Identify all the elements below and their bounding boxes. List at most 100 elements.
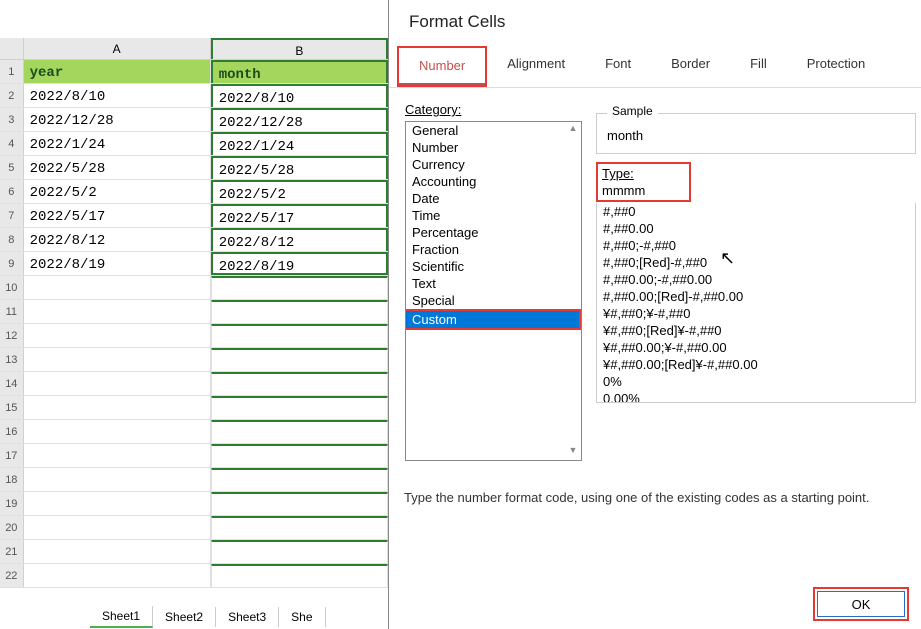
row-number[interactable]: 10 [0, 276, 24, 299]
category-special[interactable]: Special [406, 292, 581, 309]
row-number[interactable]: 8 [0, 228, 24, 251]
row-number[interactable]: 6 [0, 180, 24, 203]
format-item[interactable]: #,##0;[Red]-#,##0 [597, 254, 915, 271]
cell[interactable] [24, 420, 211, 443]
cell[interactable]: 2022/5/17 [24, 204, 211, 227]
row-number[interactable]: 17 [0, 444, 24, 467]
cell[interactable] [211, 540, 388, 563]
sheet-tab-3[interactable]: Sheet3 [216, 607, 279, 627]
row-number[interactable]: 14 [0, 372, 24, 395]
cell[interactable]: 2022/5/17 [211, 204, 388, 227]
cell[interactable]: year [24, 60, 211, 83]
format-list[interactable]: #,##0 #,##0.00 #,##0;-#,##0 #,##0;[Red]-… [596, 203, 916, 403]
category-currency[interactable]: Currency [406, 156, 581, 173]
row-number[interactable]: 3 [0, 108, 24, 131]
category-custom[interactable]: Custom [406, 311, 579, 328]
cell[interactable] [211, 276, 388, 299]
category-fraction[interactable]: Fraction [406, 241, 581, 258]
tab-number[interactable]: Number [399, 48, 485, 85]
cell[interactable]: 2022/5/2 [211, 180, 388, 203]
format-item[interactable]: 0% [597, 373, 915, 390]
format-item[interactable]: ¥#,##0.00;[Red]¥-#,##0.00 [597, 356, 915, 373]
category-date[interactable]: Date [406, 190, 581, 207]
cell[interactable] [24, 564, 211, 587]
format-item[interactable]: #,##0.00;-#,##0.00 [597, 271, 915, 288]
cell[interactable]: 2022/5/2 [24, 180, 211, 203]
cell[interactable]: 2022/8/12 [211, 228, 388, 251]
tab-font[interactable]: Font [585, 46, 651, 87]
cell[interactable]: 2022/5/28 [24, 156, 211, 179]
col-header-a[interactable]: A [24, 38, 211, 59]
cell[interactable]: 2022/12/28 [211, 108, 388, 131]
cell[interactable] [24, 444, 211, 467]
row-number[interactable]: 16 [0, 420, 24, 443]
row-number[interactable]: 13 [0, 348, 24, 371]
cell[interactable]: 2022/5/28 [211, 156, 388, 179]
row-number[interactable]: 1 [0, 60, 24, 83]
row-number[interactable]: 9 [0, 252, 24, 275]
cell[interactable] [211, 300, 388, 323]
cell[interactable] [211, 420, 388, 443]
format-item[interactable]: #,##0.00 [597, 220, 915, 237]
cell[interactable] [211, 324, 388, 347]
cell[interactable]: 2022/8/19 [211, 252, 388, 275]
cell[interactable] [24, 348, 211, 371]
cell[interactable]: 2022/12/28 [24, 108, 211, 131]
col-header-b[interactable]: B [211, 38, 388, 59]
category-general[interactable]: General [406, 122, 581, 139]
tab-protection[interactable]: Protection [787, 46, 886, 87]
cell[interactable] [24, 468, 211, 491]
cell[interactable] [24, 372, 211, 395]
row-number[interactable]: 7 [0, 204, 24, 227]
cell[interactable] [211, 396, 388, 419]
scroll-up-icon[interactable]: ▲ [566, 123, 580, 137]
cell[interactable]: 2022/8/10 [211, 84, 388, 107]
tab-alignment[interactable]: Alignment [487, 46, 585, 87]
category-listbox[interactable]: ▲ General Number Currency Accounting Dat… [405, 121, 582, 461]
cell[interactable]: month [211, 60, 388, 83]
row-number[interactable]: 18 [0, 468, 24, 491]
row-number[interactable]: 5 [0, 156, 24, 179]
row-number[interactable]: 22 [0, 564, 24, 587]
cell[interactable] [24, 396, 211, 419]
row-number[interactable]: 4 [0, 132, 24, 155]
format-item[interactable]: 0.00% [597, 390, 915, 403]
cell[interactable]: 2022/1/24 [211, 132, 388, 155]
cell[interactable] [211, 468, 388, 491]
cell[interactable]: 2022/1/24 [24, 132, 211, 155]
cell[interactable] [211, 492, 388, 515]
cell[interactable] [211, 564, 388, 587]
row-number[interactable]: 11 [0, 300, 24, 323]
format-item[interactable]: ¥#,##0.00;¥-#,##0.00 [597, 339, 915, 356]
cell[interactable] [211, 516, 388, 539]
row-number[interactable]: 12 [0, 324, 24, 347]
select-all-corner[interactable] [0, 38, 24, 59]
sheet-tab-2[interactable]: Sheet2 [153, 607, 216, 627]
category-percentage[interactable]: Percentage [406, 224, 581, 241]
category-number[interactable]: Number [406, 139, 581, 156]
category-time[interactable]: Time [406, 207, 581, 224]
cell[interactable]: 2022/8/10 [24, 84, 211, 107]
sheet-tab-1[interactable]: Sheet1 [90, 606, 153, 628]
format-item[interactable]: #,##0;-#,##0 [597, 237, 915, 254]
category-scientific[interactable]: Scientific [406, 258, 581, 275]
row-number[interactable]: 19 [0, 492, 24, 515]
row-number[interactable]: 20 [0, 516, 24, 539]
row-number[interactable]: 15 [0, 396, 24, 419]
category-accounting[interactable]: Accounting [406, 173, 581, 190]
ok-button[interactable]: OK [817, 591, 905, 617]
tab-fill[interactable]: Fill [730, 46, 787, 87]
sheet-tab-4[interactable]: She [279, 607, 325, 627]
cell[interactable] [211, 348, 388, 371]
cell[interactable] [24, 516, 211, 539]
format-item[interactable]: #,##0.00;[Red]-#,##0.00 [597, 288, 915, 305]
tab-border[interactable]: Border [651, 46, 730, 87]
cell[interactable] [24, 492, 211, 515]
cell[interactable] [24, 540, 211, 563]
cell[interactable] [211, 444, 388, 467]
format-item[interactable]: ¥#,##0;[Red]¥-#,##0 [597, 322, 915, 339]
cell[interactable] [211, 372, 388, 395]
type-input[interactable] [602, 183, 687, 198]
cell[interactable] [24, 300, 211, 323]
cell[interactable]: 2022/8/19 [24, 252, 211, 275]
